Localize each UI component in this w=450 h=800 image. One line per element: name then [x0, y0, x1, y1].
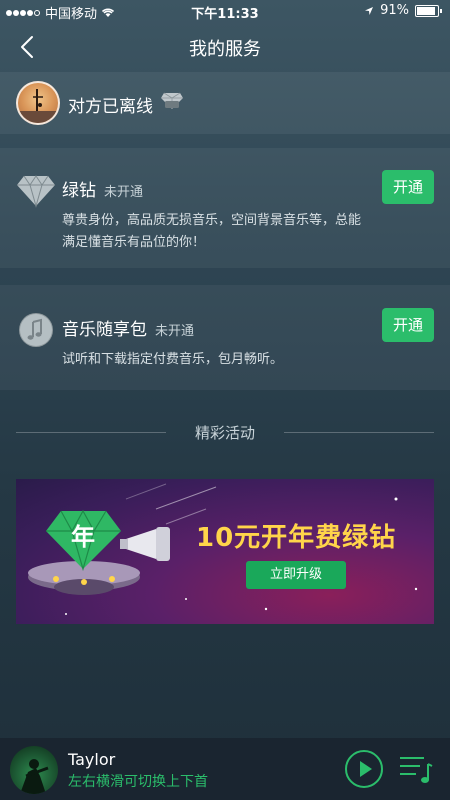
song-title: Taylor [68, 750, 116, 769]
avatar-image [18, 89, 58, 123]
album-art-image [20, 759, 49, 794]
swipe-hint: 左右横滑可切换上下首 [68, 774, 208, 790]
music-package-title: 音乐随享包 未开通 [62, 315, 194, 340]
location-icon [365, 6, 374, 15]
mini-player[interactable]: Taylor 左右横滑可切换上下首 [0, 738, 450, 800]
album-art[interactable] [10, 746, 58, 794]
music-note-icon [19, 313, 53, 347]
music-package-card: 音乐随享包 未开通 试听和下载指定付费音乐，包月畅听。 开通 [0, 285, 450, 390]
status-bar: 中国移动 下午11:33 91% [0, 0, 450, 22]
playlist-icon [400, 757, 433, 783]
promo-banner[interactable]: 年 10元开年费绿钻 立即升级 [16, 479, 434, 624]
music-package-description: 试听和下载指定付费音乐，包月畅听。 [62, 352, 284, 367]
page-title: 我的服务 [189, 39, 261, 60]
green-diamond-card: 绿钻 未开通 尊贵身份，高品质无损音乐，空间背景音乐等，总能满足懂音乐有品位的你！… [0, 148, 450, 268]
battery-percent: 91% [380, 3, 409, 18]
nav-bar: 我的服务 [0, 22, 450, 72]
battery-tip [440, 8, 442, 13]
avatar[interactable] [16, 81, 60, 125]
divider-line-right [284, 432, 434, 433]
green-diamond-description: 尊贵身份，高品质无损音乐，空间背景音乐等，总能满足懂音乐有品位的你！ [62, 213, 362, 250]
service-name: 音乐随享包 [62, 320, 147, 340]
service-name: 绿钻 [62, 181, 96, 201]
user-profile-row[interactable]: 对方已离线 [0, 72, 450, 134]
service-status: 未开通 [155, 324, 195, 339]
green-diamond-title: 绿钻 未开通 [62, 176, 143, 201]
play-icon [345, 750, 383, 788]
upgrade-now-button[interactable]: 立即升级 [246, 561, 346, 589]
open-music-package-button[interactable]: 开通 [382, 308, 434, 342]
section-divider: 精彩活动 [16, 420, 434, 444]
level-badge-icon [161, 92, 183, 109]
user-name: 对方已离线 [68, 97, 153, 117]
play-button[interactable] [344, 749, 384, 789]
gem-character: 年 [71, 523, 95, 551]
banner-headline: 10元开年费绿钻 [196, 523, 397, 553]
playlist-button[interactable] [398, 752, 434, 786]
open-green-diamond-button[interactable]: 开通 [382, 170, 434, 204]
service-status: 未开通 [104, 185, 144, 200]
diamond-icon [17, 175, 55, 208]
battery-icon [415, 4, 439, 17]
